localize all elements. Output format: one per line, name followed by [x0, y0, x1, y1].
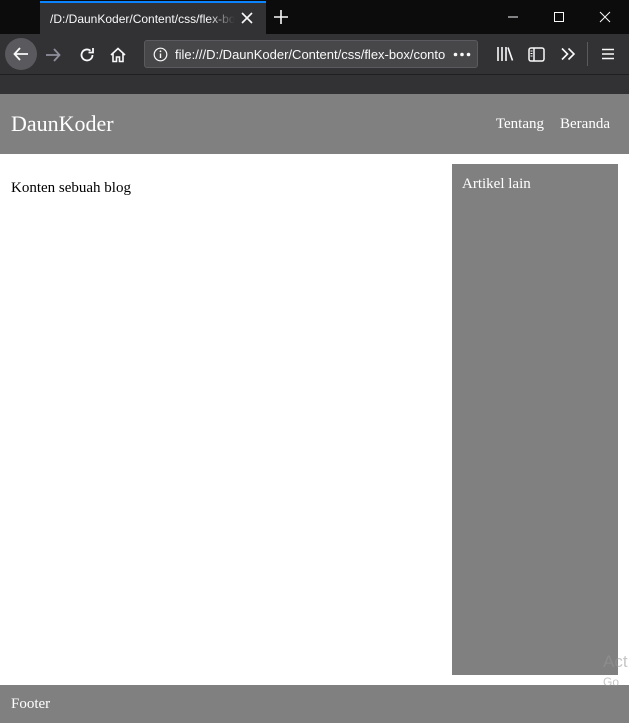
info-icon[interactable]: [153, 47, 168, 62]
main-content: Konten sebuah blog: [11, 180, 131, 196]
reload-button[interactable]: [76, 44, 98, 66]
url-text[interactable]: file:///D:/DaunKoder/Content/css/flex-bo…: [175, 47, 445, 62]
page-viewport: DaunKoder Tentang Beranda Konten sebuah …: [0, 94, 629, 723]
sidebar-aside: Artikel lain: [452, 164, 618, 675]
reload-icon: [80, 48, 94, 62]
toolbar-separator: [587, 42, 588, 66]
site-nav: Tentang Beranda: [496, 116, 610, 133]
address-bar[interactable]: file:///D:/DaunKoder/Content/css/flex-bo…: [144, 40, 478, 68]
arrow-right-icon: [46, 48, 61, 62]
overflow-menu-button[interactable]: [558, 44, 578, 64]
chevron-double-right-icon: [561, 47, 576, 61]
minimize-icon: [508, 16, 518, 18]
sidebar-icon: [527, 46, 545, 62]
page-actions-icon[interactable]: [453, 52, 471, 57]
library-icon: [497, 47, 514, 61]
hamburger-icon: [602, 48, 614, 60]
site-footer: Footer: [0, 685, 629, 723]
nav-link-beranda[interactable]: Beranda: [560, 116, 610, 133]
aside-title: Artikel lain: [462, 176, 531, 192]
close-window-button[interactable]: [582, 0, 628, 34]
library-button[interactable]: [495, 44, 515, 64]
back-button[interactable]: [5, 38, 37, 70]
home-button[interactable]: [107, 44, 129, 66]
activation-watermark: Act Go: [603, 652, 628, 689]
navigation-toolbar: file:///D:/DaunKoder/Content/css/flex-bo…: [0, 34, 629, 74]
minimize-button[interactable]: [490, 0, 536, 34]
arrow-left-icon: [13, 47, 28, 61]
tab-strip: /D:/DaunKoder/Content/css/flex-box/conto…: [0, 0, 629, 34]
nav-link-tentang[interactable]: Tentang: [496, 116, 544, 133]
footer-text: Footer: [11, 695, 51, 712]
app-menu-button[interactable]: [598, 44, 618, 64]
close-window-icon: [599, 11, 611, 23]
new-tab-icon[interactable]: [272, 8, 290, 26]
close-tab-icon[interactable]: [240, 11, 254, 25]
maximize-icon: [554, 12, 564, 22]
sidebar-toggle-button[interactable]: [526, 44, 546, 64]
site-logo[interactable]: DaunKoder: [11, 111, 114, 137]
toolbar-bottom-strip: [0, 74, 629, 94]
home-icon: [110, 47, 126, 63]
tab-title: /D:/DaunKoder/Content/css/flex-box/conto…: [50, 11, 235, 26]
forward-button[interactable]: [42, 44, 64, 66]
maximize-button[interactable]: [536, 0, 582, 34]
active-tab[interactable]: /D:/DaunKoder/Content/css/flex-box/conto…: [40, 1, 266, 34]
site-header: DaunKoder Tentang Beranda: [0, 94, 629, 154]
